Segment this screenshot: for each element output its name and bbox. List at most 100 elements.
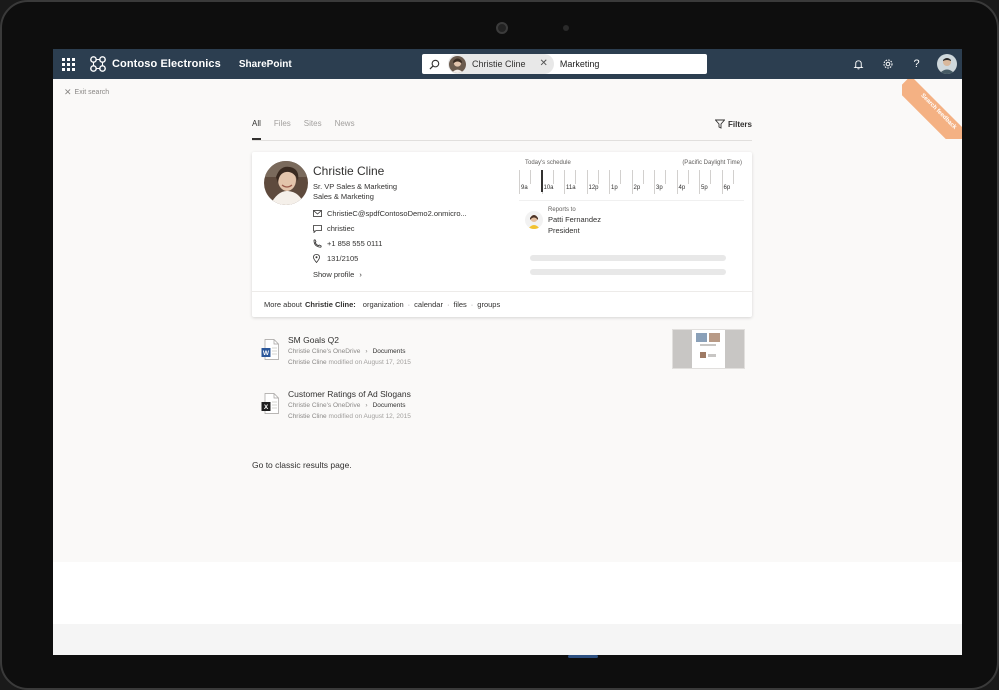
filter-icon (714, 119, 725, 129)
close-icon[interactable]: ✕ (540, 59, 548, 69)
search-result-item[interactable]: W SM Goals Q2 Christie Cline's OneDrive … (252, 329, 752, 377)
tab-news[interactable]: News (335, 119, 355, 140)
more-about-organization-link[interactable]: organization (363, 300, 404, 309)
tab-all[interactable]: All (252, 119, 261, 140)
app-name-link[interactable]: SharePoint (239, 59, 292, 70)
timeline-hour-tick (609, 170, 610, 194)
mail-icon (313, 210, 327, 217)
search-tabs: All Files Sites News Filters (252, 119, 752, 141)
search-person-pill[interactable]: Christie Cline ✕ (448, 54, 554, 74)
search-feedback-corner[interactable]: Search feedback (902, 79, 962, 139)
classic-results-link[interactable]: Go to classic results page. (252, 460, 352, 470)
waffle-icon (61, 57, 75, 71)
result-author: Christie Cline (288, 359, 327, 366)
timeline-hour-label: 9a (521, 185, 528, 191)
result-modified: Christie Cline modified on August 12, 20… (288, 413, 411, 420)
manager-role: President (548, 226, 580, 235)
person-chat[interactable]: christiec (313, 224, 355, 233)
word-file-icon: W (261, 339, 279, 360)
search-result-item[interactable]: X Customer Ratings of Ad Slogans Christi… (252, 383, 752, 431)
timeline-hour-tick (631, 170, 633, 194)
app-launcher-button[interactable] (53, 49, 83, 79)
result-title-link[interactable]: Customer Ratings of Ad Slogans (288, 389, 411, 399)
result-thumbnail[interactable] (672, 329, 745, 369)
person-avatar[interactable] (264, 161, 308, 205)
notifications-button[interactable] (844, 49, 873, 79)
manager-name: Patti Fernandez (548, 215, 601, 224)
camera (496, 22, 508, 34)
account-avatar[interactable] (937, 54, 957, 74)
result-path: Christie Cline's OneDrive › Documents (288, 402, 405, 409)
person-department: Sales & Marketing (313, 192, 374, 201)
filters-label: Filters (727, 119, 752, 129)
timeline-half-hour-tick (552, 170, 554, 184)
suite-bar-actions: ? (844, 49, 962, 79)
close-icon: ✕ (64, 87, 72, 97)
person-card: Christie Cline Sr. VP Sales & Marketing … (252, 152, 752, 317)
person-email-text: ChristieC@spdfContosoDemo2.onmicro... (327, 209, 467, 218)
settings-button[interactable] (873, 49, 902, 79)
timeline-hour-label: 4p (678, 185, 686, 191)
timeline-half-hour-tick (620, 170, 622, 184)
suite-bar: Contoso Electronics SharePoint Christie … (53, 49, 962, 79)
search-query-text[interactable]: Marketing (560, 59, 600, 69)
more-about-groups-link[interactable]: groups (477, 300, 500, 309)
result-title-link[interactable]: SM Goals Q2 (288, 335, 339, 345)
timeline-hour-tick (654, 170, 655, 194)
exit-search-label: Exit search (74, 89, 110, 96)
timeline-hour-tick (721, 170, 723, 194)
result-source[interactable]: Christie Cline's OneDrive (288, 348, 360, 355)
schedule-timeline[interactable]: 9a 10a 11a 12p 1p 2p 3p 4p 5p 6p (519, 170, 744, 194)
timeline-half-hour-tick (575, 170, 577, 184)
person-title: Sr. VP Sales & Marketing (313, 182, 398, 191)
more-about-files-link[interactable]: files (453, 300, 466, 309)
person-phone[interactable]: +1 858 555 0111 (313, 239, 382, 248)
person-pill-name: Christie Cline (472, 59, 526, 69)
person-email[interactable]: ChristieC@spdfContosoDemo2.onmicro... (313, 209, 467, 218)
chevron-right-icon: › (359, 270, 362, 279)
result-modified-date: modified on August 12, 2015 (328, 413, 411, 420)
tab-files[interactable]: Files (274, 119, 291, 140)
result-folder[interactable]: Documents (373, 402, 406, 409)
search-box[interactable]: Christie Cline ✕ Marketing (422, 54, 707, 74)
timeline-hour-label: 11a (566, 185, 576, 191)
timeline-half-hour-tick (530, 170, 532, 184)
result-path: Christie Cline's OneDrive › Documents (288, 348, 405, 355)
timeline-half-hour-tick (710, 170, 712, 184)
loading-placeholder (530, 269, 726, 275)
help-button[interactable]: ? (902, 49, 931, 79)
timeline-half-hour-tick (665, 170, 667, 184)
filters-button[interactable]: Filters (714, 119, 752, 129)
manager-avatar (525, 211, 543, 229)
more-about-name: Christie Cline: (304, 300, 356, 309)
result-author: Christie Cline (288, 413, 327, 420)
search-feedback-ribbon[interactable]: Search feedback (902, 79, 962, 139)
timeline-hour-tick (676, 170, 678, 194)
chevron-right-icon: › (365, 402, 368, 409)
chat-icon (313, 224, 327, 233)
more-about-bar: More about Christie Cline: organization … (252, 291, 752, 317)
result-source[interactable]: Christie Cline's OneDrive (288, 402, 360, 409)
timeline-half-hour-tick (687, 170, 689, 184)
timeline-hour-label: 3p (656, 185, 663, 191)
show-profile-link[interactable]: Show profile › (313, 270, 362, 279)
separator-dot: · (446, 300, 450, 309)
timeline-hour-label: 6p (723, 185, 731, 191)
contoso-logo-icon (90, 56, 106, 72)
exit-search-button[interactable]: ✕ Exit search (64, 87, 109, 98)
result-modified-date: modified on August 17, 2015 (328, 359, 411, 366)
more-about-calendar-link[interactable]: calendar (414, 300, 443, 309)
result-folder[interactable]: Documents (373, 348, 406, 355)
gear-icon (882, 59, 893, 69)
timeline-hour-label: 5p (701, 185, 708, 191)
timeline-hour-tick (586, 170, 588, 194)
chevron-right-icon: › (365, 348, 368, 355)
brand[interactable]: Contoso Electronics (89, 55, 221, 73)
reports-to[interactable]: Reports to Patti Fernandez President (519, 200, 744, 244)
person-office: 131/2105 (313, 254, 358, 263)
timeline-half-hour-tick (597, 170, 599, 184)
person-office-text: 131/2105 (327, 254, 359, 263)
tab-sites[interactable]: Sites (304, 119, 322, 140)
schedule-label: Today's schedule (525, 160, 571, 166)
timeline-hour-label: 1p (611, 185, 618, 191)
